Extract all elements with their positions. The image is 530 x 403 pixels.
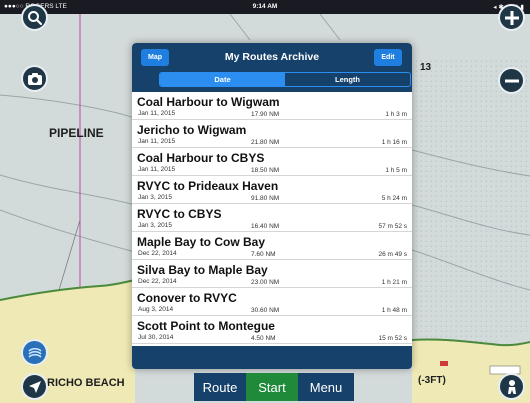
route-distance: 23.00 NM: [251, 279, 280, 286]
sort-segmented-control: Date Length: [159, 72, 411, 87]
route-distance: 17.90 NM: [251, 111, 280, 118]
beach-label: RICHO BEACH: [47, 377, 125, 389]
routes-archive-panel: Map My Routes Archive Edit Date Length C…: [132, 43, 412, 369]
route-duration: 1 h 16 m: [381, 139, 407, 146]
route-name: Silva Bay to Maple Bay: [137, 263, 268, 277]
clock-label: 9:14 AM: [252, 3, 278, 10]
route-distance: 7.60 NM: [251, 251, 276, 258]
camera-button[interactable]: [21, 65, 48, 92]
tab-date[interactable]: Date: [160, 73, 285, 86]
menu-button[interactable]: Menu: [298, 373, 354, 401]
pipeline-label: PIPELINE: [49, 126, 104, 140]
route-duration: 26 m 49 s: [378, 251, 407, 258]
status-bar: ●●●○○ ROGERS LTE 9:14 AM ◂ ✱ 44% ▮: [0, 0, 530, 14]
layers-icon: [27, 347, 42, 358]
route-name: Jericho to Wigwam: [137, 123, 247, 137]
zoom-in-button[interactable]: [498, 4, 525, 31]
route-duration: 1 h 21 m: [381, 279, 407, 286]
route-name: RVYC to Prideaux Haven: [137, 179, 279, 193]
route-button[interactable]: Route: [194, 373, 246, 401]
locate-button[interactable]: [21, 373, 48, 400]
route-row[interactable]: Coal Harbour to Wigwam Jan 11, 2015 17.9…: [132, 92, 412, 120]
route-row[interactable]: Jericho to Wigwam Jan 11, 2015 21.80 NM …: [132, 120, 412, 148]
route-date: Jul 30, 2014: [138, 334, 174, 341]
route-distance: 18.50 NM: [251, 167, 280, 174]
route-row[interactable]: Maple Bay to Cow Bay Dec 22, 2014 7.60 N…: [132, 232, 412, 260]
tab-length[interactable]: Length: [285, 73, 410, 86]
route-name: Maple Bay to Cow Bay: [137, 235, 266, 249]
routes-list: Coal Harbour to Wigwam Jan 11, 2015 17.9…: [132, 92, 412, 346]
location-arrow-icon: [28, 380, 41, 393]
zoom-out-button[interactable]: [498, 67, 525, 94]
route-row[interactable]: Coal Harbour to CBYS Jan 11, 2015 18.50 …: [132, 148, 412, 176]
minus-icon: [504, 79, 519, 82]
route-name: Coal Harbour to CBYS: [137, 151, 265, 165]
route-date: Dec 22, 2014: [138, 278, 177, 285]
route-date: Jan 3, 2015: [138, 194, 172, 201]
route-distance: 30.60 NM: [251, 307, 280, 314]
panel-footer: [132, 346, 412, 369]
route-date: Jan 3, 2015: [138, 222, 172, 229]
route-distance: 16.40 NM: [251, 223, 280, 230]
route-date: Jan 11, 2015: [138, 166, 176, 173]
search-button[interactable]: [21, 4, 48, 31]
route-name: Conover to RVYC: [137, 291, 237, 305]
layers-button[interactable]: [21, 339, 48, 366]
route-duration: 15 m 52 s: [378, 335, 407, 342]
route-duration: 1 h 3 m: [385, 111, 407, 118]
panel-header: Map My Routes Archive Edit Date Length: [132, 43, 412, 92]
panel-title: My Routes Archive: [224, 51, 320, 63]
tide-depth-label: (-3FT): [418, 375, 446, 386]
route-row[interactable]: RVYC to CBYS Jan 3, 2015 16.40 NM 57 m 5…: [132, 204, 412, 232]
route-name: Coal Harbour to Wigwam: [137, 95, 280, 109]
route-date: Jan 11, 2015: [138, 110, 176, 117]
route-row[interactable]: Conover to RVYC Aug 3, 2014 30.60 NM 1 h…: [132, 288, 412, 316]
route-date: Jan 11, 2015: [138, 138, 176, 145]
route-duration: 57 m 52 s: [378, 223, 407, 230]
edit-button[interactable]: Edit: [374, 49, 402, 66]
route-distance: 91.80 NM: [251, 195, 280, 202]
route-name: RVYC to CBYS: [137, 207, 222, 221]
person-button[interactable]: [498, 373, 525, 400]
route-name: Scott Point to Montegue: [137, 319, 275, 333]
route-distance: 21.80 NM: [251, 139, 280, 146]
camera-icon: [27, 72, 42, 85]
route-row[interactable]: Scott Point to Montegue Jul 30, 2014 4.5…: [132, 316, 412, 344]
person-icon: [507, 379, 516, 394]
route-distance: 4.50 NM: [251, 335, 276, 342]
depth-sounding-label: 13: [420, 62, 432, 73]
route-row[interactable]: RVYC to Prideaux Haven Jan 3, 2015 91.80…: [132, 176, 412, 204]
route-duration: 1 h 5 m: [385, 167, 407, 174]
route-row[interactable]: Silva Bay to Maple Bay Dec 22, 2014 23.0…: [132, 260, 412, 288]
route-duration: 5 h 24 m: [381, 195, 407, 202]
search-icon: [27, 10, 42, 25]
route-duration: 1 h 48 m: [381, 307, 407, 314]
route-date: Aug 3, 2014: [138, 306, 174, 313]
plus-icon: [504, 10, 519, 25]
start-button[interactable]: Start: [246, 373, 298, 401]
route-date: Dec 22, 2014: [138, 250, 177, 257]
